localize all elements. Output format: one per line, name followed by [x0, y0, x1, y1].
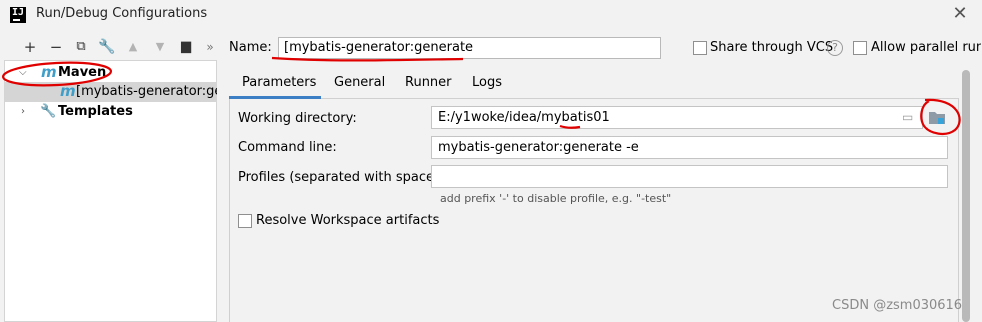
profiles-hint: add prefix '-' to disable profile, e.g. … — [440, 192, 672, 205]
folder-browse-icon[interactable]: ▭ — [902, 110, 913, 124]
more-icon[interactable]: » — [201, 37, 219, 57]
allow-parallel-label: Allow parallel run — [871, 40, 981, 55]
tree-item-mybatis-generator[interactable]: m [mybatis-generator:generate — [5, 82, 217, 102]
remove-icon[interactable]: − — [47, 37, 65, 57]
wrench-icon[interactable]: 🔧 — [98, 37, 116, 57]
maven-icon: m — [60, 82, 76, 100]
tree-item-maven[interactable]: ⌵ m Maven — [5, 63, 217, 83]
resolve-workspace-label: Resolve Workspace artifacts — [256, 213, 440, 228]
maven-icon: m — [41, 63, 57, 81]
tab-runner[interactable]: Runner — [405, 74, 452, 98]
close-icon[interactable]: ✕ — [950, 3, 970, 25]
profiles-input[interactable] — [431, 165, 948, 188]
share-vcs-checkbox[interactable] — [693, 41, 707, 55]
scrollbar-thumb[interactable] — [962, 70, 970, 322]
name-input[interactable]: [mybatis-generator:generate — [278, 37, 661, 59]
add-icon[interactable]: + — [21, 37, 39, 57]
profiles-label: Profiles (separated with space): — [238, 170, 444, 185]
macro-folder-icon[interactable] — [927, 107, 947, 127]
watermark: CSDN @zsm030616 — [832, 298, 963, 313]
help-icon[interactable]: ? — [827, 40, 843, 56]
command-line-input[interactable]: mybatis-generator:generate -e — [431, 136, 948, 159]
tree-item-templates[interactable]: › 🔧 Templates — [5, 102, 217, 122]
share-vcs-label: Share through VCS — [710, 40, 834, 55]
chevron-right-icon[interactable]: › — [21, 102, 25, 122]
working-directory-label: Working directory: — [238, 111, 357, 126]
wrench-icon: 🔧 — [40, 104, 57, 119]
move-up-icon[interactable]: ▲ — [124, 37, 142, 57]
working-directory-input[interactable]: E:/y1woke/idea/mybatis01 — [431, 106, 923, 129]
configuration-tree: ⌵ m Maven m [mybatis-generator:generate … — [4, 60, 217, 322]
intellij-logo-icon: IJ — [10, 7, 26, 23]
command-line-label: Command line: — [238, 140, 337, 155]
move-down-icon[interactable]: ▼ — [151, 37, 169, 57]
tab-general[interactable]: General — [334, 74, 385, 98]
copy-icon[interactable]: ⧉ — [72, 37, 90, 57]
tab-logs[interactable]: Logs — [472, 74, 502, 98]
tab-parameters[interactable]: Parameters — [242, 74, 316, 98]
window-title: Run/Debug Configurations — [36, 6, 208, 21]
parameters-panel — [229, 99, 959, 322]
resolve-workspace-checkbox[interactable] — [238, 214, 252, 228]
chevron-down-icon[interactable]: ⌵ — [19, 63, 27, 83]
allow-parallel-checkbox[interactable] — [853, 41, 867, 55]
folder-add-icon[interactable]: ▆ — [177, 37, 195, 57]
name-label: Name: — [229, 40, 272, 55]
